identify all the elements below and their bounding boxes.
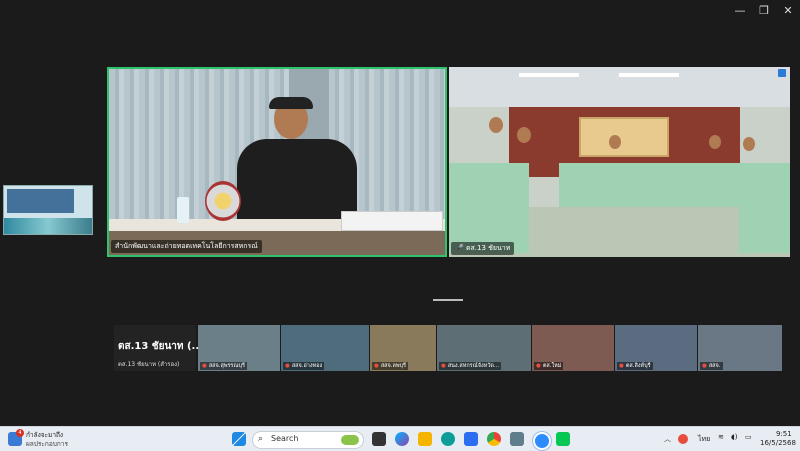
copilot-icon[interactable] (395, 432, 409, 446)
shared-screen-strip (4, 218, 92, 234)
wall-banner (579, 117, 669, 157)
battery-icon[interactable]: ▭ (745, 433, 752, 441)
gallery-thumb[interactable]: ● ตส.ใหม่ (532, 325, 614, 371)
taskbar: 4 กำลังจะมาถึง ผลประกอบการ ⌕ Search ︿ ไท… (0, 426, 800, 451)
water-bottle (177, 197, 189, 223)
ceiling-light (619, 73, 679, 77)
table-center (559, 163, 739, 207)
gallery-featured-tile[interactable]: ตส.13 ชัยนาท (... ตส.13 ชัยนาท (สำรอง) (114, 325, 203, 371)
line-app-icon[interactable] (556, 432, 570, 446)
speaker-body (237, 139, 357, 229)
clock-time[interactable]: 9:51 (776, 430, 792, 438)
participant-head (709, 135, 721, 149)
wifi-icon[interactable]: ≋ (718, 433, 724, 441)
widget-line2: ผลประกอบการ (26, 440, 68, 448)
gallery-thumb[interactable]: ● สสจ.ลพบุรี (370, 325, 436, 371)
chrome-browser-icon[interactable] (487, 432, 501, 446)
restore-button[interactable]: ❐ (754, 4, 774, 18)
ceiling-light (519, 73, 579, 77)
zoom-app-icon[interactable] (533, 432, 551, 450)
clock-date[interactable]: 16/5/2568 (760, 439, 796, 447)
volume-icon[interactable]: ◖) (731, 433, 737, 441)
mic-muted-icon: ● (285, 363, 290, 369)
shared-screen-thumbnail[interactable] (3, 185, 93, 235)
gallery-thumb[interactable]: ● สนง.สหกรณ์จังหวัด... (437, 325, 531, 371)
thumb-label: ● สนง.สหกรณ์จังหวัด... (439, 362, 502, 370)
thumb-label: ● ตส.ใหม่ (534, 362, 564, 370)
store-icon[interactable] (464, 432, 478, 446)
gallery-thumb[interactable]: ● สสจ. (698, 325, 782, 371)
host-tile-label: สำนักพัฒนาและถ่ายทอดเทคโนโลยีการสหกรณ์ (111, 240, 262, 253)
search-label: Search (271, 434, 299, 443)
notification-badge: 4 (16, 429, 24, 437)
video-tile-host[interactable]: สำนักพัฒนาและถ่ายทอดเทคโนโลยีการสหกรณ์ (107, 67, 447, 257)
table-right (739, 163, 790, 253)
mic-muted-icon: ● (536, 363, 541, 369)
thumb-label: ● สสจ.อ่างทอง (283, 362, 325, 370)
gallery-thumb[interactable]: ● สสจ.อ่างทอง (281, 325, 369, 371)
participant-head (489, 117, 503, 133)
panel-resize-handle[interactable] (433, 299, 463, 301)
taskbar-search[interactable]: ⌕ Search (252, 431, 364, 449)
file-explorer-icon[interactable] (418, 432, 432, 446)
tray-overflow-icon[interactable]: ︿ (664, 434, 671, 444)
tile-menu-icon[interactable] (778, 69, 786, 77)
start-menu-icon[interactable] (232, 432, 246, 446)
mic-muted-icon: ● (619, 363, 624, 369)
tray-app-icon[interactable] (678, 434, 688, 444)
mic-muted-icon: ● (202, 363, 207, 369)
emblem (205, 181, 241, 221)
task-view-icon[interactable] (372, 432, 386, 446)
search-icon: ⌕ (258, 434, 264, 444)
table-left (449, 163, 529, 253)
mic-muted-icon: ● (441, 363, 446, 369)
room-tile-label: 🎤 ตส.13 ชัยนาท (451, 242, 515, 255)
search-highlight-icon (341, 435, 359, 445)
thumb-label: ● สสจ.สุพรรณบุรี (200, 362, 247, 370)
gallery-thumb[interactable]: ● ตส.สิงห์บุรี (615, 325, 697, 371)
edge-browser-icon[interactable] (441, 432, 455, 446)
participant-head (743, 137, 755, 151)
calculator-icon[interactable] (510, 432, 524, 446)
speaker-hair (269, 97, 313, 109)
mic-muted-icon: ● (374, 363, 379, 369)
featured-participant-sub: ตส.13 ชัยนาท (สำรอง) (118, 361, 180, 368)
thumb-label: ● สสจ.ลพบุรี (372, 362, 408, 370)
input-language[interactable]: ไทย (698, 434, 710, 445)
thumb-label: ● สสจ. (700, 362, 723, 370)
minimize-button[interactable]: — (730, 4, 750, 18)
thumb-label: ● ตส.สิงห์บุรี (617, 362, 653, 370)
gallery-thumb[interactable]: ● สสจ.สุพรรณบุรี (198, 325, 280, 371)
video-tile-room[interactable]: 🎤 ตส.13 ชัยนาท (449, 67, 790, 257)
participant-head (609, 135, 621, 149)
close-button[interactable]: ✕ (778, 4, 798, 18)
featured-participant-name: ตส.13 ชัยนาท (... (118, 341, 203, 352)
mic-muted-icon: ● (702, 363, 707, 369)
name-plate (341, 211, 443, 231)
shared-screen-header (7, 189, 74, 213)
participant-head (517, 127, 531, 143)
